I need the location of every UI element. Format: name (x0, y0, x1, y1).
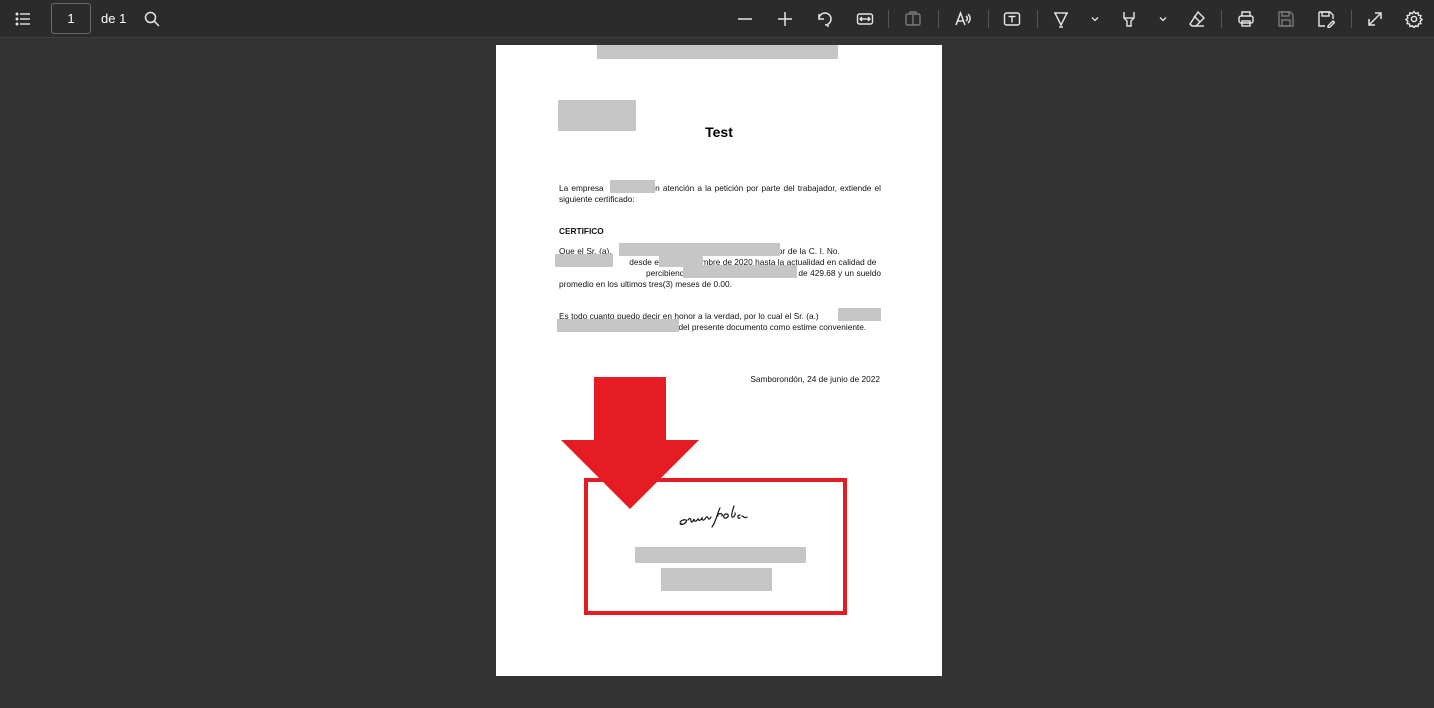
intro-paragraph: La empresa en atención a la petición por… (559, 183, 881, 204)
list-icon[interactable] (8, 4, 38, 34)
fullscreen-icon[interactable] (1360, 4, 1390, 34)
redacted-position (683, 265, 797, 278)
plus-icon[interactable] (770, 4, 800, 34)
search-icon[interactable] (137, 4, 167, 34)
save-icon[interactable] (1271, 4, 1301, 34)
pdf-page: Test La empresa en atención a la petició… (496, 45, 942, 676)
redacted-name-3 (557, 319, 679, 332)
page-number-input[interactable] (51, 3, 91, 34)
fit-width-icon[interactable] (850, 4, 880, 34)
eraser-icon[interactable] (1182, 4, 1212, 34)
read-aloud-icon[interactable] (948, 4, 978, 34)
redacted-name-2 (838, 308, 881, 321)
two-page-icon[interactable] (898, 4, 928, 34)
redacted-signer-title (661, 568, 772, 591)
document-title: Test (705, 124, 733, 140)
pdf-toolbar: de 1 (0, 0, 1434, 38)
text-box-icon[interactable] (997, 4, 1027, 34)
rotate-icon[interactable] (810, 4, 840, 34)
redacted-signer-name (635, 547, 806, 563)
chevron-down-icon[interactable] (1080, 4, 1110, 34)
document-date: Samborondón, 24 de junio de 2022 (750, 374, 880, 384)
redacted-company (610, 180, 655, 193)
page-count-label: de 1 (101, 11, 127, 26)
minus-icon[interactable] (730, 4, 760, 34)
red-arrow-icon (561, 377, 699, 509)
redacted-header (597, 45, 838, 59)
chevron-down-icon[interactable] (1148, 4, 1178, 34)
save-as-icon[interactable] (1311, 4, 1341, 34)
draw-icon[interactable] (1046, 4, 1076, 34)
certifico-heading: CERTIFICO (559, 226, 604, 236)
redacted-id (555, 254, 613, 267)
highlight-icon[interactable] (1114, 4, 1144, 34)
print-icon[interactable] (1231, 4, 1261, 34)
settings-icon[interactable] (1399, 4, 1429, 34)
